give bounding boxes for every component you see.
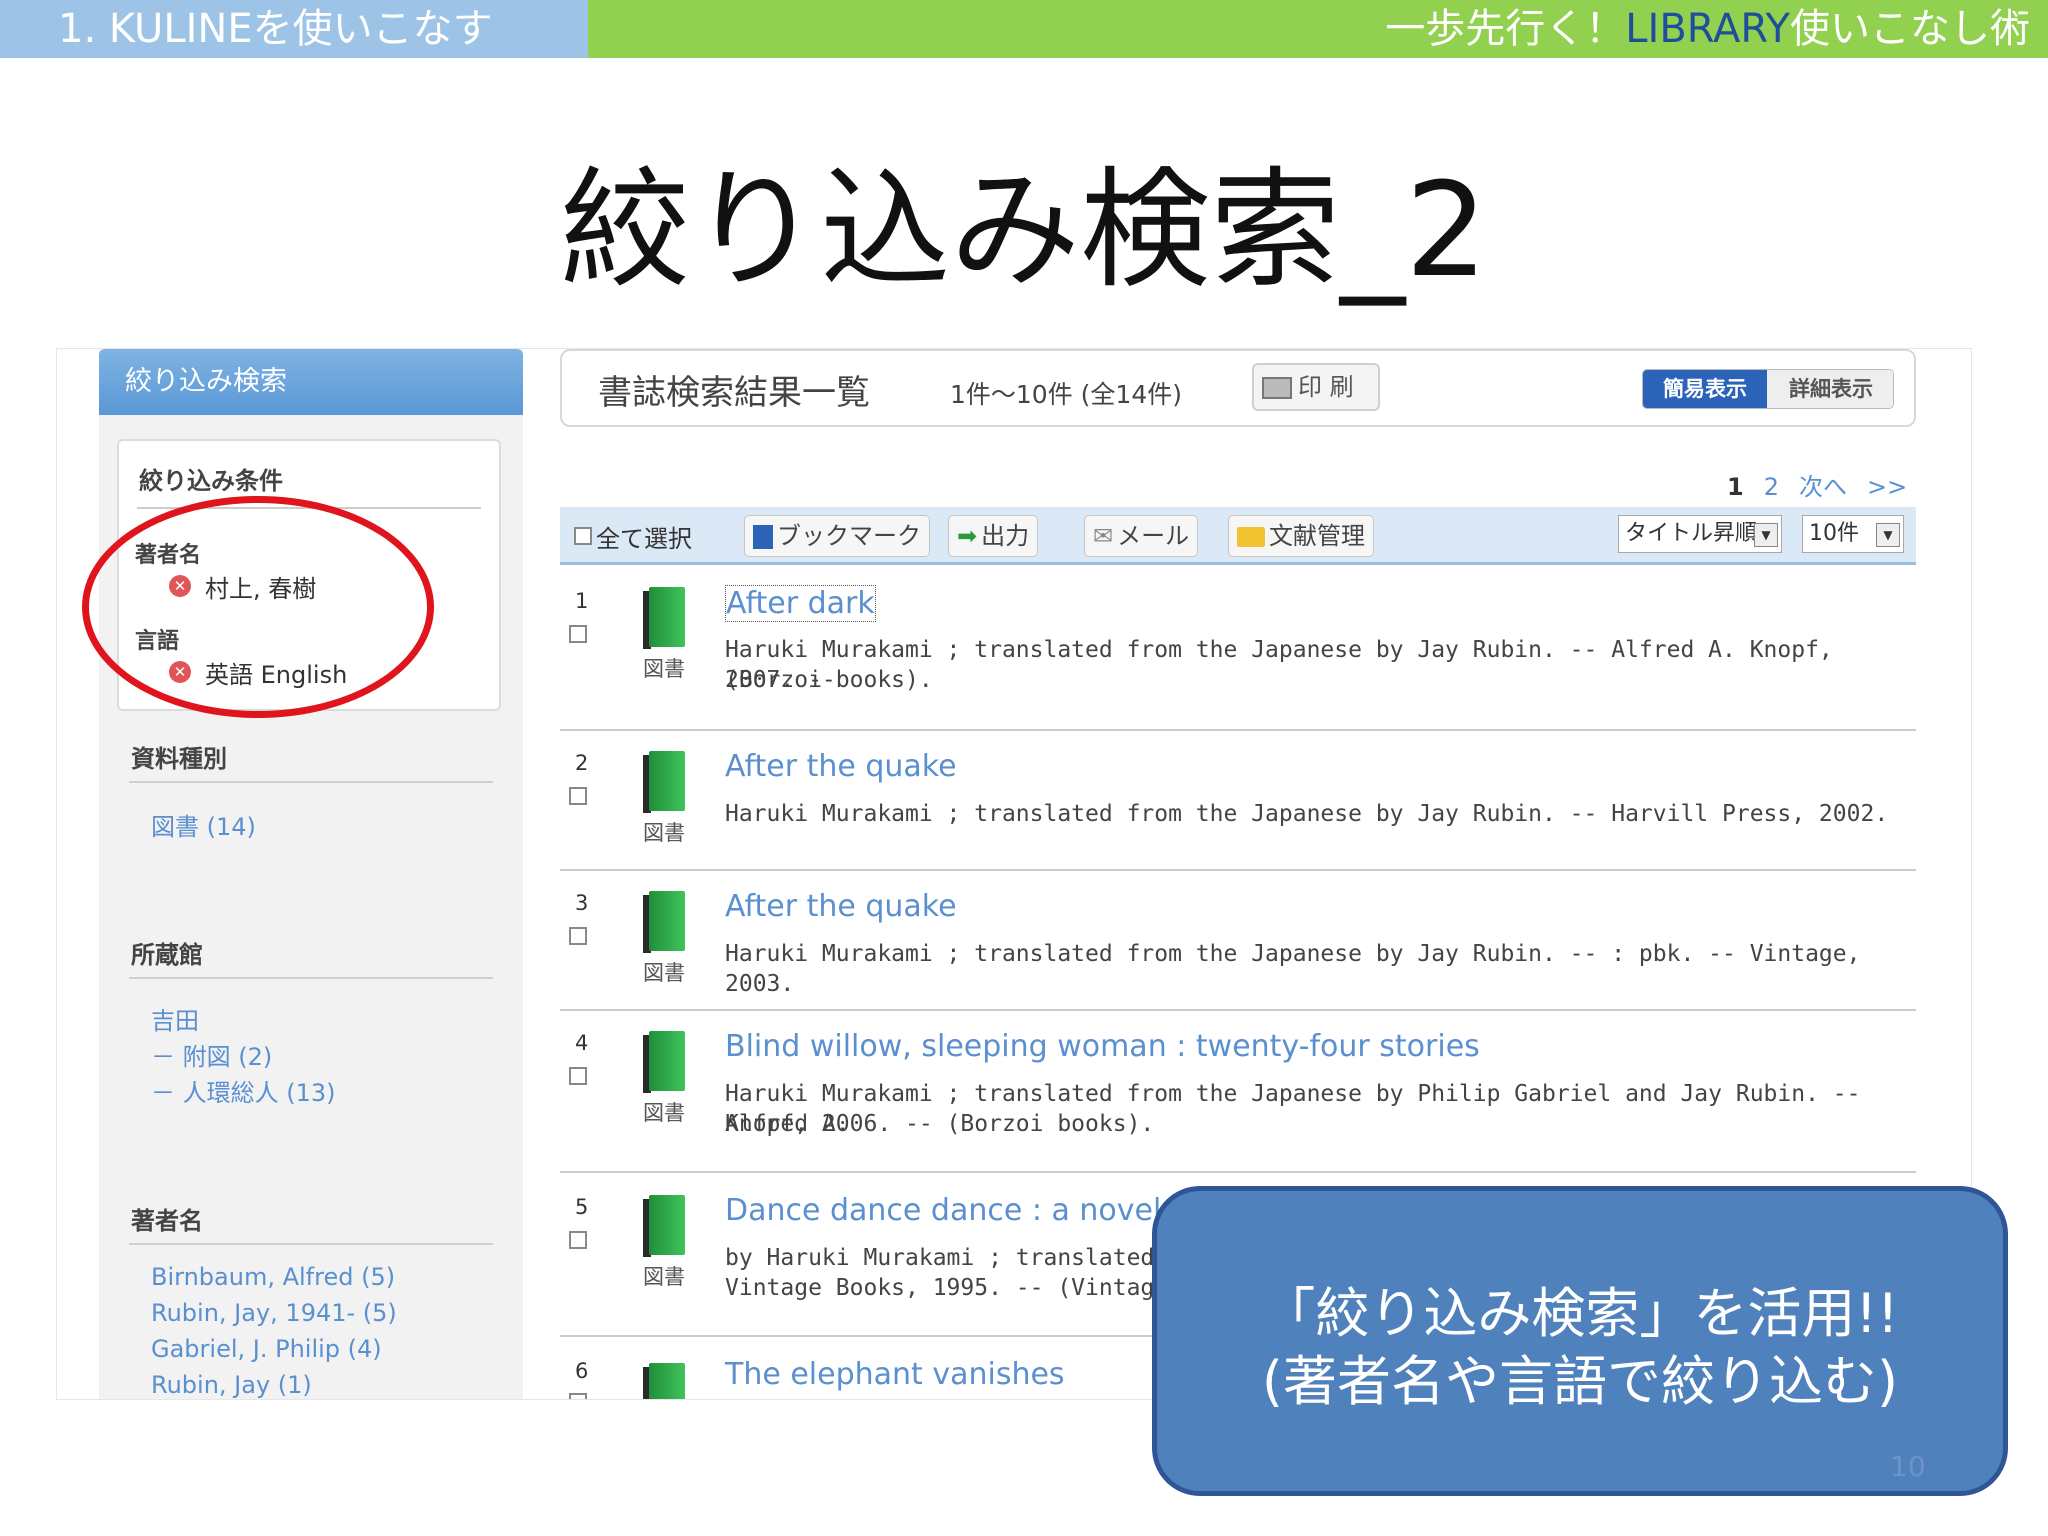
- material-type-label: 図書: [643, 1265, 685, 1289]
- row-divider: [560, 869, 1916, 871]
- result-description-cont: (Borzoi books).: [725, 667, 933, 693]
- series-library: LIBRARY: [1625, 6, 1790, 52]
- result-title-link[interactable]: Blind willow, sleeping woman : twenty-fo…: [725, 1029, 1480, 1064]
- section-banner: 1. KULINEを使いこなす: [0, 0, 588, 58]
- result-checkbox[interactable]: [569, 1393, 587, 1399]
- row-divider: [560, 729, 1916, 731]
- result-checkbox[interactable]: [569, 1231, 587, 1249]
- result-title-link[interactable]: After the quake: [725, 889, 957, 924]
- callout-box: 「絞り込み検索」を活用!! (著者名や言語で絞り込む): [1152, 1186, 2008, 1496]
- material-type-label: 図書: [643, 821, 685, 845]
- series-suffix: 使いこなし術: [1790, 6, 2030, 52]
- result-number: 4: [575, 1031, 589, 1055]
- result-checkbox[interactable]: [569, 625, 587, 643]
- material-type-label: 図書: [643, 657, 685, 681]
- series-prefix: 一歩先行く！: [1385, 6, 1626, 52]
- result-description: by Haruki Murakami ; translated b: [725, 1245, 1182, 1271]
- row-divider: [560, 1171, 1916, 1173]
- series-banner: 一歩先行く！LIBRARY使いこなし術: [588, 0, 2048, 58]
- result-description-cont: Vintage Books, 1995. -- (Vintage: [725, 1275, 1169, 1301]
- callout-line-2: (著者名や言語で絞り込む): [1261, 1350, 1899, 1413]
- result-checkbox[interactable]: [569, 1067, 587, 1085]
- result-number: 2: [575, 751, 589, 775]
- book-icon: [643, 1031, 687, 1095]
- book-icon: [643, 587, 687, 651]
- row-divider: [560, 1009, 1916, 1011]
- result-number: 1: [575, 589, 589, 613]
- result-title-link[interactable]: Dance dance dance : a novel: [725, 1193, 1161, 1228]
- result-description: Haruki Murakami ; translated from the Ja…: [725, 801, 1889, 827]
- highlight-ellipse: [82, 496, 434, 718]
- section-label: 1. KULINEを使いこなす: [58, 6, 493, 52]
- material-type-label: 図書: [643, 1101, 685, 1125]
- page-number: 10: [1890, 1450, 1926, 1483]
- result-checkbox[interactable]: [569, 787, 587, 805]
- result-checkbox[interactable]: [569, 927, 587, 945]
- book-icon: [643, 1363, 687, 1399]
- slide-title: 絞り込み検索_2: [560, 154, 1488, 306]
- material-type-label: 図書: [643, 961, 685, 985]
- result-title-link[interactable]: The elephant vanishes: [725, 1357, 1065, 1392]
- result-number: 6: [575, 1359, 589, 1383]
- result-number: 3: [575, 891, 589, 915]
- result-number: 5: [575, 1195, 589, 1219]
- book-icon: [643, 1195, 687, 1259]
- book-icon: [643, 891, 687, 955]
- result-description: Haruki Murakami ; translated from the Ja…: [725, 941, 1861, 997]
- result-title-link[interactable]: After the quake: [725, 749, 957, 784]
- result-title-link[interactable]: After dark: [725, 585, 876, 622]
- book-icon: [643, 751, 687, 815]
- result-description-cont: Knopf, 2006. -- (Borzoi books).: [725, 1111, 1155, 1137]
